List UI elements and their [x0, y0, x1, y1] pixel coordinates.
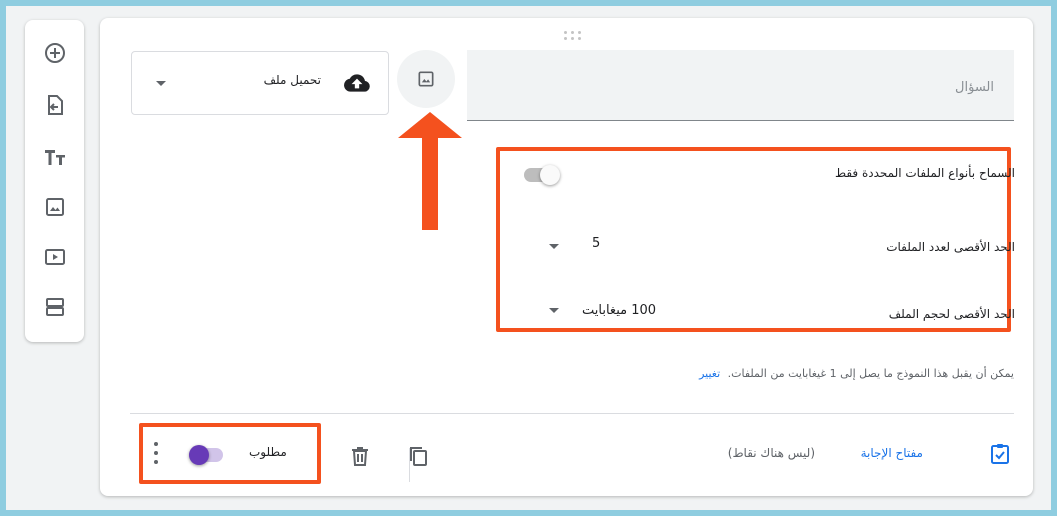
chevron-down-icon[interactable]	[549, 308, 559, 313]
footer-divider	[130, 413, 1014, 414]
drag-handle-icon[interactable]	[564, 30, 584, 42]
cloud-upload-icon	[344, 74, 370, 92]
max-files-label: الحد الأقصى لعدد الملفات	[886, 240, 1015, 254]
footer-separator	[409, 448, 410, 482]
annotation-arrow	[398, 112, 462, 230]
allow-specific-types-label: السماح بأنواع الملفات المحددة فقط	[834, 166, 1015, 180]
points-label: (ليس هناك نقاط)	[727, 446, 815, 460]
image-icon[interactable]	[42, 194, 68, 220]
max-size-label: الحد الأقصى لحجم الملف	[888, 307, 1015, 321]
file-limit-text: يمكن أن يقبل هذا النموذج ما يصل إلى 1 غي…	[727, 367, 1014, 380]
required-toggle[interactable]	[189, 445, 223, 465]
chevron-down-icon	[156, 81, 166, 86]
answer-key-link[interactable]: مفتاح الإجابة	[861, 446, 923, 460]
more-options-icon[interactable]	[152, 440, 160, 466]
change-limit-link[interactable]: تغيير	[699, 367, 720, 380]
import-questions-icon[interactable]	[42, 92, 68, 118]
file-limit-note: يمكن أن يقبل هذا النموذج ما يصل إلى 1 غي…	[699, 367, 1014, 380]
title-text-icon[interactable]	[42, 144, 68, 170]
answer-key-icon[interactable]	[988, 442, 1012, 466]
question-type-dropdown[interactable]: تحميل ملف	[131, 51, 389, 115]
trash-icon[interactable]	[348, 444, 372, 468]
question-placeholder: السؤال	[955, 80, 994, 95]
add-image-button[interactable]	[397, 50, 455, 108]
allow-specific-types-toggle[interactable]	[524, 165, 560, 185]
question-input[interactable]: السؤال	[467, 50, 1014, 121]
required-label: مطلوب	[249, 445, 287, 459]
required-highlight-box	[139, 423, 321, 484]
add-question-icon[interactable]	[42, 40, 68, 66]
section-icon[interactable]	[42, 294, 68, 320]
chevron-down-icon[interactable]	[549, 244, 559, 249]
question-type-label: تحميل ملف	[263, 73, 321, 87]
floating-toolbar	[25, 20, 84, 342]
max-size-value[interactable]: 100 ميغابايت	[582, 303, 656, 318]
image-icon	[418, 71, 434, 87]
max-files-value[interactable]: 5	[592, 236, 600, 251]
video-icon[interactable]	[42, 244, 68, 270]
